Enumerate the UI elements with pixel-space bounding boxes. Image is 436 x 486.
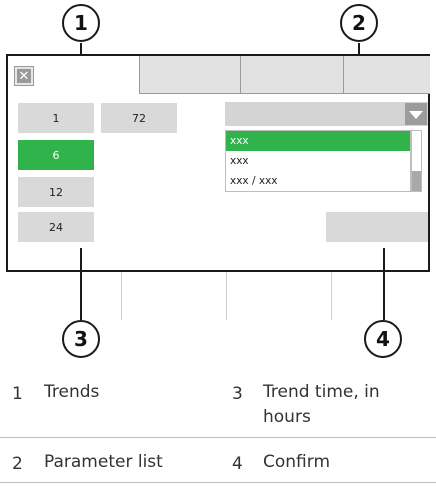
callout-3: 3	[62, 320, 100, 358]
parameter-list-scrollbar[interactable]	[411, 130, 422, 192]
callout-1: 1	[62, 4, 100, 42]
parameter-list[interactable]: xxx xxx xxx / xxx	[225, 130, 411, 192]
trend-time-6-button[interactable]: 6	[18, 140, 94, 170]
softkey-bar	[6, 272, 430, 320]
parameter-dropdown[interactable]	[225, 102, 428, 126]
trend-time-24-button[interactable]: 24	[18, 212, 94, 242]
legend-text-confirm: Confirm	[263, 452, 331, 472]
softkey-3[interactable]	[226, 272, 331, 320]
legend-num-4: 4	[232, 454, 243, 474]
list-item[interactable]: xxx	[226, 131, 410, 151]
legend-num-1: 1	[12, 384, 23, 404]
scrollbar-thumb[interactable]	[412, 171, 421, 191]
legend-bottom-rule	[0, 482, 436, 483]
callout-2: 2	[340, 4, 378, 42]
softkey-2[interactable]	[121, 272, 226, 320]
chevron-down-icon[interactable]	[405, 103, 427, 125]
device-screen: ✕ 1 72 6 12 24 xxx xxx xxx / xxx	[6, 54, 430, 272]
tab-4[interactable]	[343, 56, 430, 94]
legend-text-trends: Trends	[44, 382, 100, 402]
callout-4: 4	[364, 320, 402, 358]
close-icon: ✕	[18, 68, 30, 84]
trend-time-72-button[interactable]: 72	[101, 103, 177, 133]
legend-divider	[0, 437, 436, 438]
confirm-button[interactable]	[326, 212, 428, 242]
callout-4-leader	[383, 248, 385, 320]
legend-num-2: 2	[12, 454, 23, 474]
tab-2[interactable]	[139, 56, 240, 94]
trend-time-12-button[interactable]: 12	[18, 177, 94, 207]
trend-time-1-button[interactable]: 1	[18, 103, 94, 133]
close-button[interactable]: ✕	[15, 67, 33, 85]
legend-text-trend-time: Trend time, in hours	[263, 382, 380, 427]
list-item[interactable]: xxx	[226, 151, 410, 171]
legend-num-3: 3	[232, 384, 243, 404]
legend-text-parameter-list: Parameter list	[44, 452, 163, 472]
callout-3-leader	[80, 248, 82, 320]
tab-3[interactable]	[240, 56, 343, 94]
softkey-4[interactable]	[331, 272, 430, 320]
list-item[interactable]: xxx / xxx	[226, 171, 410, 191]
